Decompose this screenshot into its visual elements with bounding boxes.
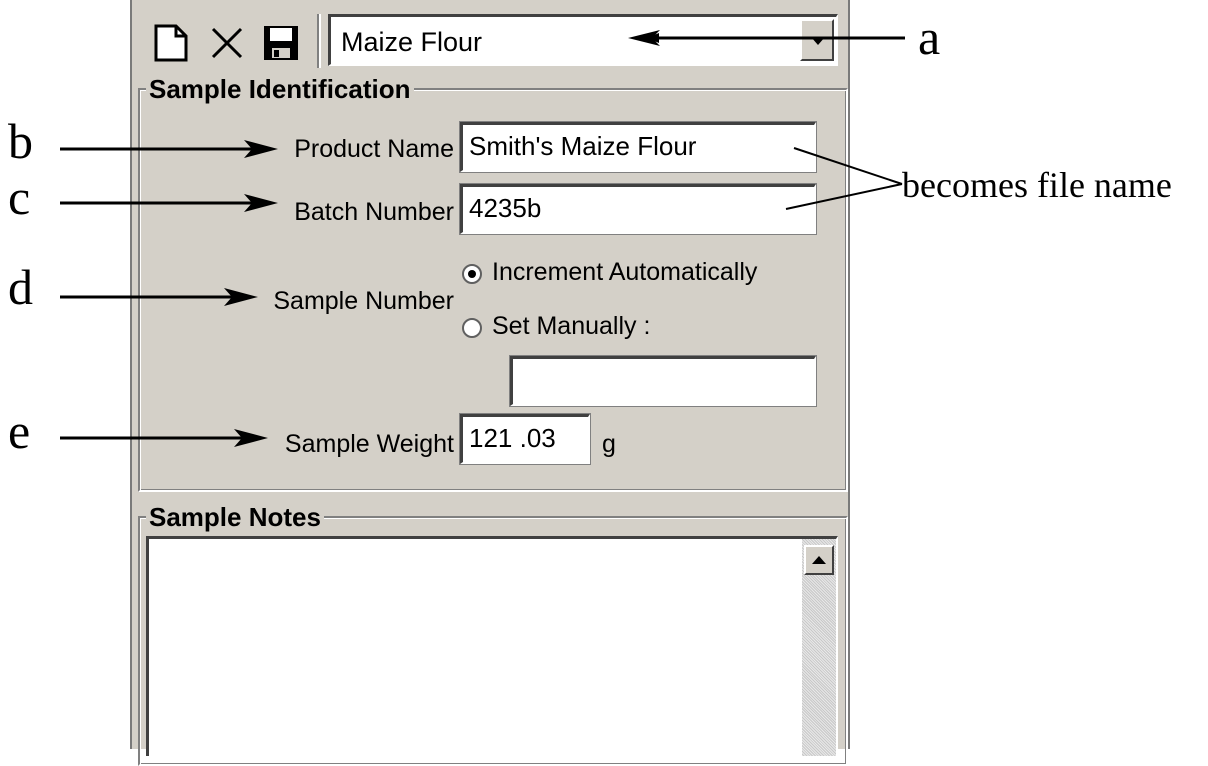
callout-d: d [8, 259, 33, 315]
filename-line-product [793, 147, 903, 185]
callout-c: c [8, 169, 31, 225]
callout-b: b [8, 113, 33, 169]
becomes-file-name-note: becomes file name [902, 165, 1172, 205]
callout-a: a [918, 9, 941, 65]
filename-line-batch [785, 183, 903, 210]
callout-e: e [8, 403, 31, 459]
annotation-arrows [60, 30, 905, 447]
